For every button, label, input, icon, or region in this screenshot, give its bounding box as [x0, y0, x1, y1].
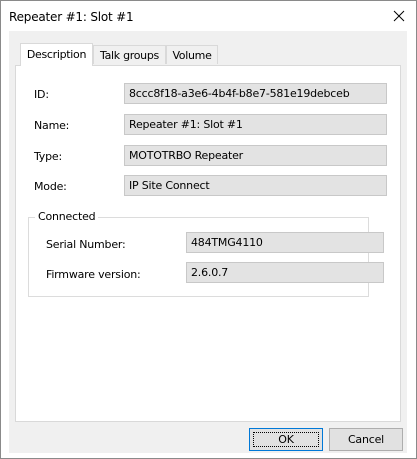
mode-field[interactable]: IP Site Connect — [124, 175, 387, 196]
type-field[interactable]: MOTOTRBO Repeater — [124, 145, 387, 166]
tab-description[interactable]: Description — [20, 43, 93, 66]
close-button[interactable] — [382, 1, 416, 31]
mode-label: Mode: — [34, 180, 67, 193]
firmware-version-label: Firmware version: — [46, 268, 141, 281]
name-field[interactable]: Repeater #1: Slot #1 — [124, 114, 387, 135]
connected-group-title: Connected — [35, 210, 99, 223]
serial-number-label: Serial Number: — [46, 238, 126, 251]
id-field[interactable]: 8ccc8f18-a3e6-4b4f-b8e7-581e19debceb — [124, 83, 387, 104]
tab-talk-groups[interactable]: Talk groups — [93, 45, 166, 64]
title-bar[interactable]: Repeater #1: Slot #1 — [1, 1, 416, 32]
ok-button[interactable]: OK — [249, 428, 323, 451]
name-label: Name: — [34, 119, 70, 132]
id-label: ID: — [34, 88, 49, 101]
type-label: Type: — [34, 150, 62, 163]
cancel-button-label: Cancel — [347, 433, 385, 446]
focus-ring — [253, 432, 319, 447]
connected-groupbox: Connected — [28, 210, 369, 297]
serial-number-field[interactable]: 484TMG4110 — [186, 232, 384, 253]
window-title: Repeater #1: Slot #1 — [9, 10, 134, 24]
close-icon — [393, 10, 405, 22]
cancel-button[interactable]: Cancel — [329, 428, 403, 451]
tab-volume[interactable]: Volume — [166, 45, 218, 64]
firmware-version-field[interactable]: 2.6.0.7 — [186, 262, 384, 283]
